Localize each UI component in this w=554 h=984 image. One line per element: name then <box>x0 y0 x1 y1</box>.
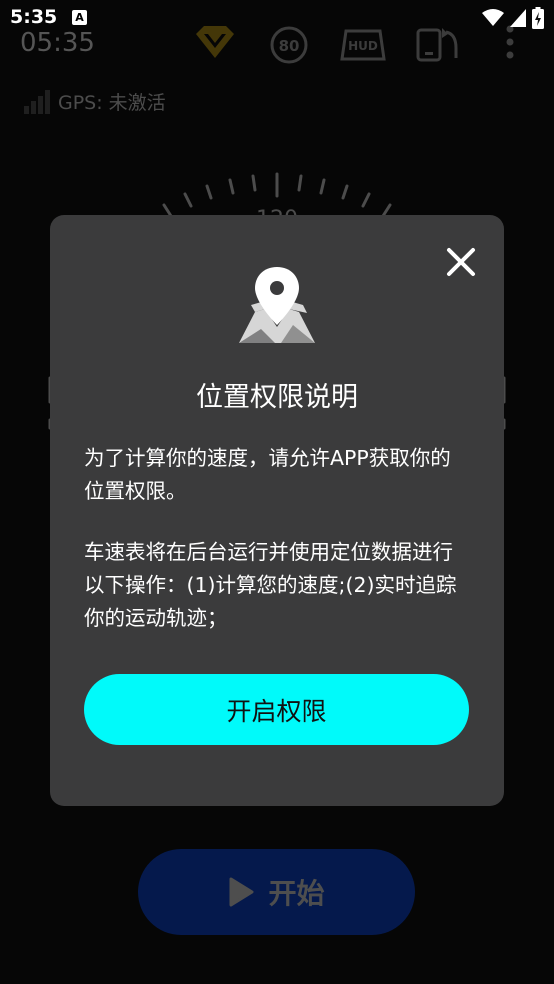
battery-charging-icon <box>532 7 544 29</box>
close-icon <box>447 248 475 276</box>
notification-a-icon: A <box>72 10 87 25</box>
grant-permission-button[interactable]: 开启权限 <box>84 674 469 745</box>
dialog-paragraph-1: 为了计算你的速度，请允许APP获取你的 位置权限。 <box>84 446 451 503</box>
status-bar: 5:35 A <box>0 0 554 36</box>
location-permission-dialog: 位置权限说明 为了计算你的速度，请允许APP获取你的 位置权限。 车速表将在后台… <box>50 215 504 806</box>
dialog-title: 位置权限说明 <box>196 382 358 413</box>
location-map-icon <box>239 267 315 343</box>
close-button[interactable] <box>444 245 478 279</box>
wifi-icon <box>482 9 504 26</box>
status-time: 5:35 <box>10 6 58 28</box>
cell-signal-icon <box>510 9 526 27</box>
dialog-paragraph-2: 车速表将在后台运行并使用定位数据进行 以下操作：(1)计算您的速度;(2)实时追… <box>84 540 457 630</box>
